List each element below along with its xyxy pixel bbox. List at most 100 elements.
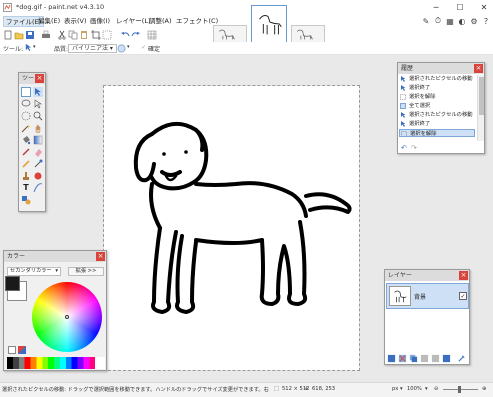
zoom-in-icon[interactable]: ⊕ [482, 386, 486, 392]
tools-panel-close-icon[interactable]: × [35, 74, 44, 83]
primary-color-swatch[interactable] [5, 276, 20, 291]
image-canvas[interactable] [104, 86, 359, 370]
layer-name: 背景 [414, 294, 427, 301]
history-toggle-icon[interactable]: ⏱ [433, 16, 443, 26]
layer-visibility-checkbox[interactable]: ✓ [459, 292, 467, 300]
unit-select[interactable]: px ▾ [392, 386, 403, 392]
redo-icon[interactable] [131, 30, 141, 40]
print-icon[interactable] [41, 30, 51, 40]
maximize-button[interactable]: ☐ [452, 0, 468, 15]
quality-select[interactable]: バイリニア法 ▾ [68, 44, 117, 53]
layer-row-background[interactable]: 背景 ✓ [386, 283, 469, 309]
paste-icon[interactable] [79, 30, 89, 40]
crop-icon[interactable] [91, 30, 101, 40]
shapes-tool-icon[interactable] [21, 195, 31, 205]
layers-panel-close-icon[interactable]: × [459, 271, 468, 280]
zoom-slider-thumb[interactable] [458, 386, 461, 393]
undo-icon[interactable] [120, 30, 130, 40]
tools-panel: ツー × T [18, 72, 46, 212]
layers-toggle-icon[interactable]: ▦ [445, 16, 455, 26]
color-mode-select[interactable]: セカンダリカラー ▾ [7, 267, 61, 276]
ellipse-select-tool-icon[interactable] [21, 111, 31, 121]
clone-stamp-tool-icon[interactable] [21, 171, 31, 181]
layers-panel: レイヤー × 背景 ✓ [384, 269, 470, 365]
colors-panel-close-icon[interactable]: × [96, 252, 105, 261]
color-palette[interactable] [7, 357, 105, 369]
history-scrollbar-thumb[interactable] [479, 77, 484, 115]
history-item[interactable]: 選択終了 [399, 84, 475, 92]
save-icon[interactable] [25, 30, 35, 40]
swap-colors-icon[interactable] [18, 346, 26, 354]
pencil-tool-icon[interactable] [21, 159, 31, 169]
layer-properties-icon[interactable] [457, 354, 466, 363]
zoom-dropdown-icon[interactable]: ▾ [425, 386, 428, 392]
color-dropdown-arrow-icon[interactable]: ▾ [127, 44, 130, 50]
image-tab-1[interactable] [213, 25, 247, 43]
deselect-icon [400, 94, 406, 100]
history-item[interactable]: 選択されたピクセルの移動 [399, 75, 475, 83]
move-selected-tool-icon[interactable] [24, 43, 33, 52]
deselect-icon [401, 131, 407, 136]
text-tool-icon[interactable]: T [21, 183, 31, 193]
color-wheel-cursor[interactable] [65, 315, 69, 319]
move-layer-up-icon[interactable] [431, 354, 440, 363]
menu-view[interactable]: 表示(V) [62, 16, 89, 27]
lasso-select-tool-icon[interactable] [21, 99, 31, 109]
duplicate-layer-icon[interactable] [409, 354, 418, 363]
color-wheel[interactable] [32, 282, 102, 352]
tool-dropdown-arrow-icon[interactable]: ▾ [33, 44, 36, 50]
history-panel-close-icon[interactable]: × [474, 64, 483, 73]
history-item-selected[interactable]: 選択を解除 [399, 129, 475, 137]
menu-adjustments[interactable]: 調整(A) [147, 16, 174, 27]
tools-toggle-icon[interactable]: ✎ [421, 16, 431, 26]
move-layer-down-icon[interactable] [442, 354, 451, 363]
color-picker-tool-icon[interactable] [33, 159, 43, 169]
pan-hand-tool-icon[interactable] [33, 123, 43, 133]
copy-icon[interactable] [68, 30, 78, 40]
history-redo-icon[interactable]: ↷ [411, 144, 417, 152]
menu-image[interactable]: 画像(I) [88, 16, 112, 27]
new-image-icon[interactable] [3, 30, 13, 40]
line-curve-tool-icon[interactable] [33, 183, 43, 193]
recolor-tool-icon[interactable] [33, 171, 43, 181]
zoom-tool-icon[interactable] [33, 111, 43, 121]
paintbrush-tool-icon[interactable] [21, 147, 31, 157]
gradient-tool-icon[interactable] [33, 135, 43, 145]
cut-icon[interactable] [57, 30, 67, 40]
close-button[interactable]: ✕ [476, 0, 492, 15]
grid-icon[interactable] [147, 30, 157, 40]
history-item[interactable]: 全て選択 [399, 102, 475, 110]
paint-bucket-tool-icon[interactable] [21, 135, 31, 145]
open-folder-icon[interactable] [14, 30, 24, 40]
expand-button[interactable]: 拡張 >> [68, 267, 104, 276]
history-item-label: 全て選択 [409, 103, 431, 109]
history-item[interactable]: 選択を解除 [399, 93, 475, 101]
move-selected-pixels-tool-icon[interactable] [33, 87, 43, 97]
history-item[interactable]: 選択終了 [399, 120, 475, 128]
merge-layer-icon[interactable] [420, 354, 429, 363]
deselect-icon[interactable] [102, 30, 112, 40]
image-tab-2-active[interactable] [251, 5, 287, 43]
dog-thumbnail-icon [297, 29, 313, 40]
confirm-label[interactable]: 確定 [148, 44, 160, 53]
eraser-tool-icon[interactable] [33, 147, 43, 157]
delete-layer-icon[interactable] [398, 354, 407, 363]
help-icon[interactable]: ? [481, 16, 491, 26]
cursor-position-value: 618, 253 [312, 386, 336, 392]
settings-icon[interactable]: ⚙ [469, 16, 479, 26]
history-undo-icon[interactable]: ↶ [401, 144, 407, 152]
color-circle-icon[interactable] [117, 44, 126, 53]
magic-wand-tool-icon[interactable] [21, 123, 31, 133]
history-scrollbar[interactable] [477, 75, 484, 141]
add-layer-icon[interactable] [387, 354, 396, 363]
zoom-select[interactable]: 100% [407, 386, 422, 392]
minimize-button[interactable]: ─ [428, 0, 444, 15]
colors-toggle-icon[interactable]: ◐ [457, 16, 467, 26]
menu-edit[interactable]: 編集(E) [36, 16, 62, 27]
image-tab-3[interactable] [291, 25, 325, 43]
zoom-out-icon[interactable]: ⊖ [434, 386, 438, 392]
move-selection-tool-icon[interactable] [33, 99, 43, 109]
rectangle-select-tool-icon[interactable] [21, 87, 31, 97]
reset-colors-icon[interactable] [8, 346, 16, 354]
history-item[interactable]: 選択されたピクセルの移動 [399, 111, 475, 119]
